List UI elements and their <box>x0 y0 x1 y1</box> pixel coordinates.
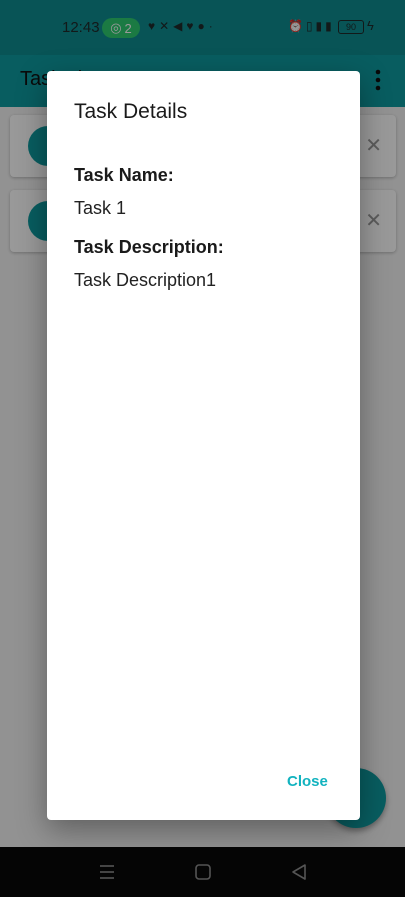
task-description-value: Task Description1 <box>74 270 217 290</box>
task-description-label: Task Description: <box>74 237 224 257</box>
dialog-title: Task Details <box>74 100 188 123</box>
home-icon[interactable] <box>190 859 216 885</box>
task-name-label: Task Name: <box>74 165 174 185</box>
navigation-bar <box>0 847 405 897</box>
back-icon[interactable] <box>286 859 312 885</box>
close-button[interactable]: Close <box>287 773 328 790</box>
recent-apps-icon[interactable] <box>94 859 120 885</box>
task-details-dialog: Task Details Task Name: Task 1 Task Desc… <box>47 71 360 820</box>
screen: 12:43 ◎ 2 ♥✕◀♥●· ⏰▯▮▮ 90 ϟ Task List ✕ ✕ <box>0 0 405 897</box>
task-name-value: Task 1 <box>74 198 127 218</box>
